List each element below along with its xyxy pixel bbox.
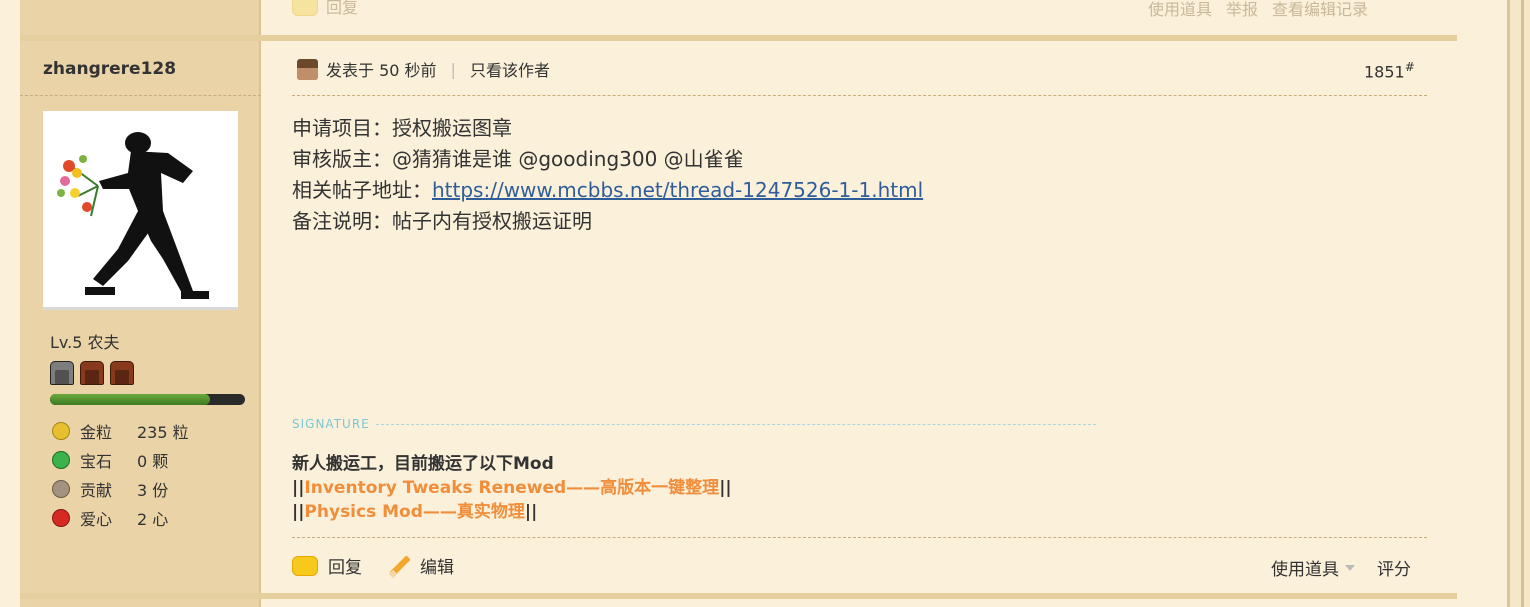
left-margin	[0, 0, 20, 607]
experience-bar-fill	[50, 394, 210, 405]
reply-button[interactable]: 回复	[292, 553, 362, 578]
thread-label: 相关帖子地址：	[292, 178, 432, 202]
stat-row-gem: 宝石 0 颗	[52, 445, 189, 474]
signature-body: 新人搬运工，目前搬运了以下Mod ||Inventory Tweaks Rene…	[292, 452, 732, 524]
post-body: 申请项目：授权搬运图章 审核版主：@猜猜谁是谁 @gooding300 @山雀雀…	[292, 113, 923, 237]
prev-post-actions: 使用道具 举报 查看编辑记录	[1148, 0, 1368, 20]
floor-mark: #	[1404, 60, 1415, 74]
stat-value: 0 颗	[137, 451, 169, 471]
contribution-icon	[52, 479, 70, 498]
signature-link-physics-mod[interactable]: Physics Mod——真实物理	[304, 502, 524, 522]
prev-reply-button[interactable]: 回复	[292, 0, 358, 18]
steve-head-icon	[297, 58, 318, 80]
footer-divider	[292, 537, 1427, 538]
stat-value: 235 粒	[137, 422, 189, 442]
signature-divider	[375, 423, 1096, 425]
signature-header: SIGNATURE	[292, 417, 1096, 431]
stat-value: 3 份	[137, 480, 169, 500]
sig-bar: ||	[719, 478, 732, 498]
sig-bar: ||	[292, 502, 305, 522]
prev-report-link[interactable]: 举报	[1226, 0, 1258, 20]
chevron-down-icon	[1345, 564, 1355, 571]
iron-chestplate-medal-icon[interactable]	[50, 361, 74, 385]
leather-chestplate-medal-icon[interactable]	[80, 361, 104, 385]
emerald-icon	[52, 450, 70, 469]
use-tools-dropdown[interactable]: 使用道具	[1271, 555, 1339, 580]
author-stats: 金粒 235 粒 宝石 0 颗 贡献 3 份 爱心 2 心	[52, 416, 189, 532]
post-separator	[20, 35, 1457, 41]
header-separator: |	[450, 59, 456, 79]
reviewers-line: 审核版主：@猜猜谁是谁 @gooding300 @山雀雀	[292, 147, 744, 171]
apply-line: 申请项目：授权搬运图章	[292, 116, 512, 140]
prev-reply-label: 回复	[326, 0, 359, 17]
post-footer-actions: 回复 编辑	[292, 553, 480, 578]
floor-value: 1851	[1364, 62, 1405, 82]
post-footer-right: 使用道具 评分	[1271, 555, 1411, 580]
author-username[interactable]: zhangrere128	[43, 59, 176, 79]
author-only-link[interactable]: 只看该作者	[470, 57, 550, 81]
page-scroll-frame	[1507, 0, 1530, 607]
signature-line-1: 新人搬运工，目前搬运了以下Mod	[292, 454, 554, 474]
leather-chestplate-medal-icon[interactable]	[110, 361, 134, 385]
stat-row-contribution: 贡献 3 份	[52, 474, 189, 503]
prev-tools-link[interactable]: 使用道具	[1148, 0, 1212, 20]
stat-label: 金粒	[80, 422, 113, 442]
stat-row-love: 爱心 2 心	[52, 503, 189, 532]
edit-button[interactable]: 编辑	[388, 553, 454, 578]
prev-edit-history-link[interactable]: 查看编辑记录	[1272, 0, 1368, 20]
post-header: 发表于 50 秒前 | 只看该作者	[297, 57, 550, 81]
stat-label: 宝石	[80, 451, 113, 471]
pencil-icon	[388, 555, 410, 577]
right-margin	[1457, 0, 1507, 607]
sig-bar: ||	[524, 502, 538, 522]
note-line: 备注说明：帖子内有授权搬运证明	[292, 209, 592, 233]
reply-bubble-icon	[292, 555, 318, 576]
stat-label: 爱心	[80, 509, 113, 529]
stat-label: 贡献	[80, 480, 113, 500]
floor-number[interactable]: 1851#	[1364, 60, 1415, 81]
signature-line-3: ||Physics Mod——真实物理||	[292, 500, 732, 524]
posted-time: 发表于 50 秒前	[326, 61, 437, 80]
sig-bar: ||	[292, 478, 305, 498]
stat-value: 2 心	[137, 509, 169, 529]
reply-label: 回复	[328, 558, 362, 578]
signature-link-inventory-tweaks[interactable]: Inventory Tweaks Renewed——高版本一键整理	[304, 478, 719, 498]
stat-row-gold: 金粒 235 粒	[52, 416, 189, 445]
signature-line-2: ||Inventory Tweaks Renewed——高版本一键整理||	[292, 476, 732, 500]
rate-button[interactable]: 评分	[1377, 555, 1411, 580]
post-separator-bottom	[20, 593, 1457, 599]
apple-heart-icon	[52, 508, 70, 527]
experience-bar	[50, 394, 245, 405]
thread-line: 相关帖子地址：https://www.mcbbs.net/thread-1247…	[292, 175, 923, 206]
medal-row	[50, 361, 134, 385]
gold-nugget-icon	[52, 421, 70, 440]
reply-bubble-icon	[292, 0, 318, 16]
signature-label: SIGNATURE	[292, 417, 370, 431]
avatar[interactable]	[43, 111, 238, 310]
thread-link[interactable]: https://www.mcbbs.net/thread-1247526-1-1…	[432, 178, 923, 202]
avatar-flower-thrower-image	[43, 111, 238, 307]
edit-label: 编辑	[420, 558, 454, 578]
header-divider	[292, 95, 1427, 96]
author-level: Lv.5 农夫	[50, 333, 120, 352]
sidebar-divider	[20, 95, 261, 96]
